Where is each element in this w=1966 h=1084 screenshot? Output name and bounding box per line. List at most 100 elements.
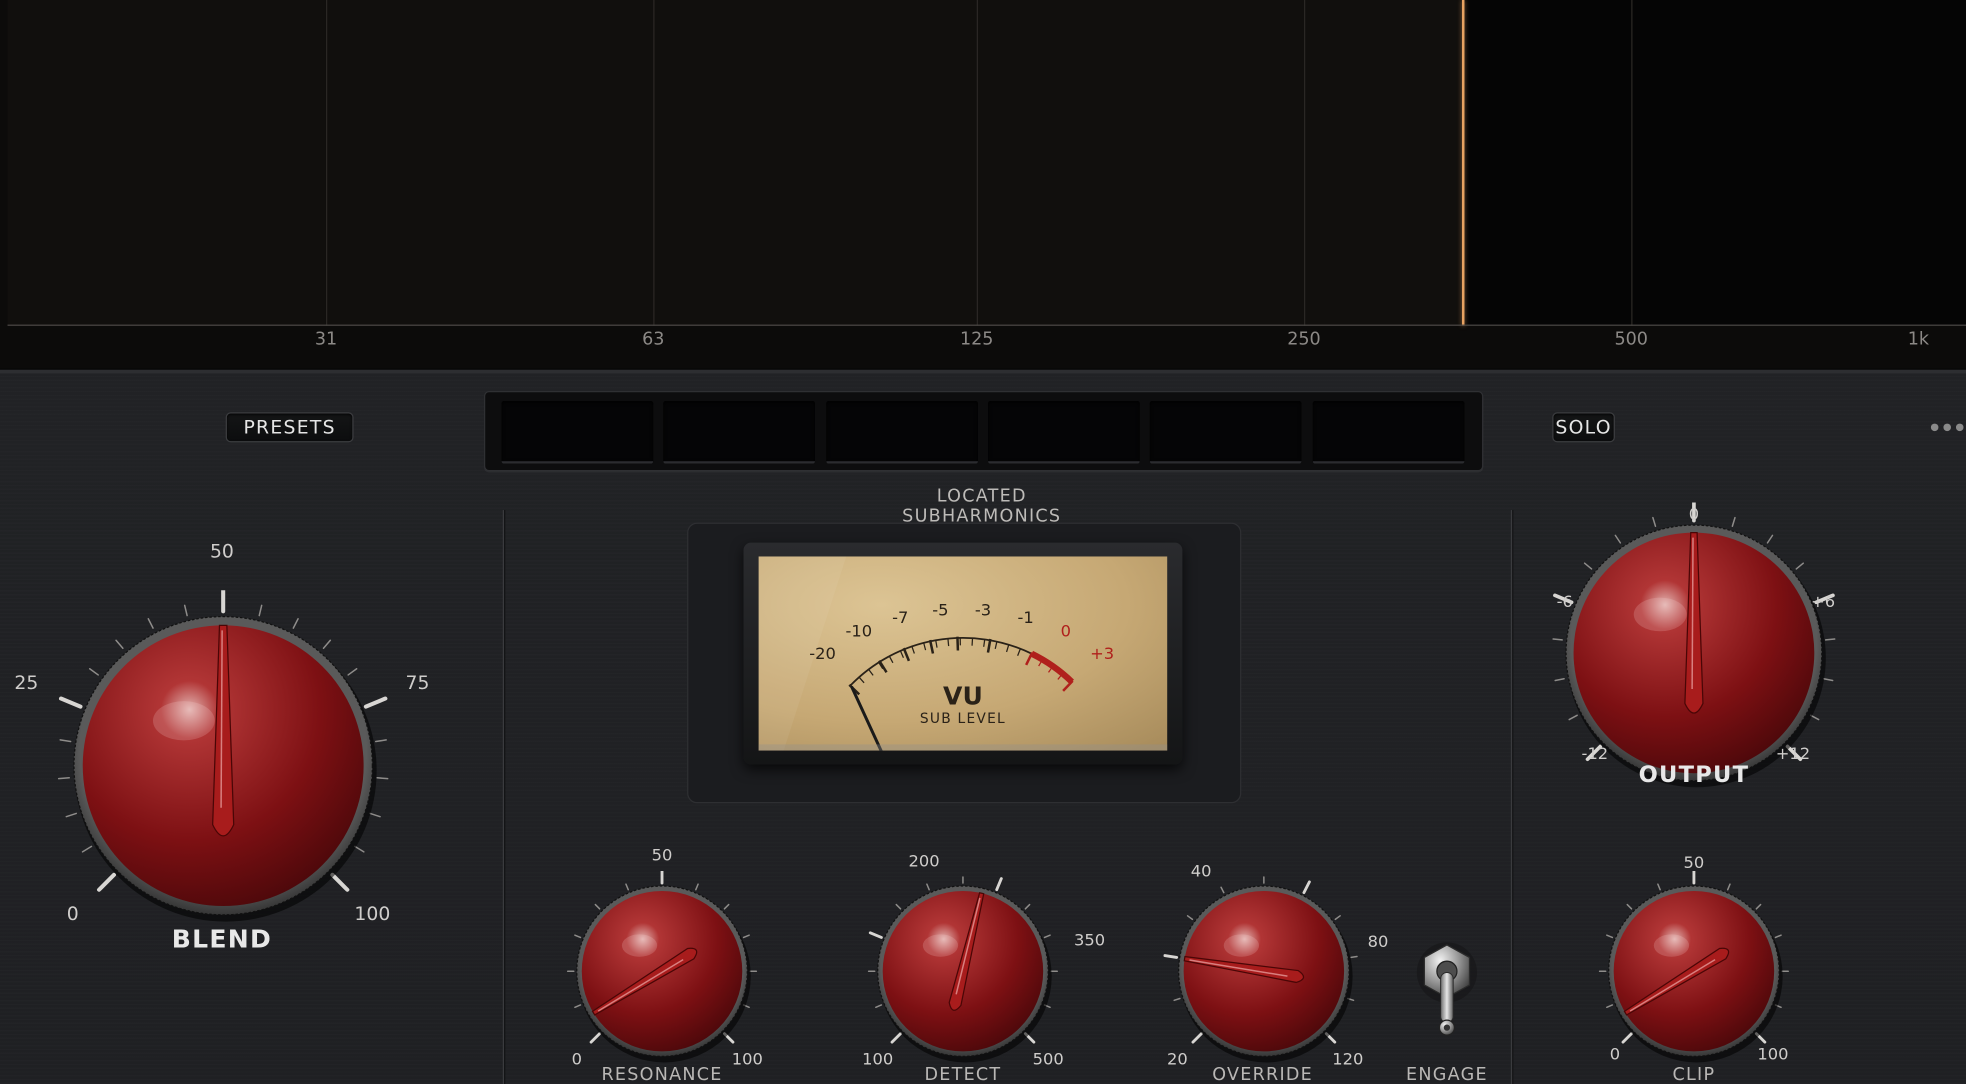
knob-tick [65,812,78,818]
vu-scale-label: +3 [1090,644,1114,663]
knob-tick [926,883,930,891]
knob-tick [258,604,263,617]
preset-slot[interactable] [826,401,978,464]
grid-line [325,0,328,326]
knob-tick [376,777,389,780]
knob-tick [1552,638,1563,641]
knob-tick [147,617,154,629]
knob-tick [347,668,358,676]
dot-icon [1930,423,1939,432]
freq-label: 63 [642,329,665,350]
freq-label: 31 [314,329,338,350]
engage-label: ENGAGE [1406,1065,1488,1084]
resonance-knob[interactable] [562,870,763,1072]
knob-tick [1731,516,1736,528]
knob-major-tick [1191,1032,1203,1044]
plugin-window: 31 63 125 250 500 1k PRESETS SOLO LOCATE… [0,0,1966,1084]
blend-scale-label: 0 [66,902,79,925]
vu-scale-label: 0 [1061,622,1071,641]
detect-scale-label: 350 [1074,931,1106,951]
knob-tick [1795,562,1805,570]
section-divider [502,510,505,1084]
knob-tick [1220,886,1225,894]
output-scale-label: 0 [1688,505,1700,525]
knob-tick [1606,1004,1614,1009]
preset-slot[interactable] [663,401,815,464]
knob-tick [88,668,99,676]
clip-knob[interactable] [1594,870,1795,1072]
knob-tick [1766,534,1774,544]
knob-tick [354,845,365,853]
resonance-scale-label: 50 [651,846,673,866]
output-title: OUTPUT [1638,761,1750,789]
vu-scale-label: -3 [975,600,991,619]
grid-line [653,0,655,326]
knob-tick [1173,997,1181,1002]
preset-slot[interactable] [501,401,654,464]
knob-tick [574,1004,582,1009]
analyzer-solo-region[interactable] [1463,0,1966,326]
spectrum-analyzer[interactable]: 31 63 125 250 500 1k [0,0,1966,374]
knob-major-tick [97,872,116,892]
output-scale-label: +12 [1775,745,1811,764]
knob-tick [1024,903,1031,910]
output-scale-label: -6 [1556,593,1573,613]
override-title: OVERRIDE [1212,1065,1314,1084]
clip-scale-label: 0 [1609,1045,1621,1065]
detect-title: DETECT [924,1065,1002,1084]
knob-major-tick [1302,880,1311,895]
override-knob[interactable] [1163,871,1365,1072]
knob-tick [59,739,72,743]
knob-major-tick [330,872,350,892]
override-scale-label: 120 [1332,1050,1364,1070]
clip-scale-label: 50 [1683,854,1705,873]
knob-tick [875,1004,883,1009]
dot-icon [1943,423,1951,432]
resonance-title: RESONANCE [601,1065,723,1084]
knob-tick [1824,638,1836,641]
knob-tick [574,934,582,939]
override-scale-label: 20 [1166,1050,1188,1070]
freq-label: 500 [1614,329,1648,350]
knob-tick [1823,677,1834,682]
vu-tick [947,638,950,647]
more-options-icon[interactable] [1928,421,1966,436]
vu-scale-label: -10 [846,622,873,641]
knob-tick [1606,934,1614,939]
engage-toggle-switch[interactable] [1414,940,1482,1040]
knob-tick [57,777,70,780]
knob-tick [895,903,902,910]
detect-scale-label: 500 [1032,1050,1064,1070]
analyzer-axis [7,324,1966,326]
preset-slot[interactable] [1312,401,1465,464]
knob-tick [1626,903,1633,910]
vu-scale-label: -7 [892,608,908,627]
grid-line [1631,0,1633,326]
crossover-marker[interactable] [1461,0,1465,326]
knob-tick [1583,562,1593,570]
vu-meter: -20 -10 -7 -5 -3 -1 0 +3 VU SUB LEVEL [758,556,1168,751]
solo-button[interactable]: SOLO [1552,412,1615,443]
blend-knob[interactable] [48,590,399,941]
output-scale-label: +6 [1811,593,1836,613]
knob-highlight [1223,934,1260,957]
knob-tick [322,639,332,650]
freq-label: 1k [1907,329,1930,350]
knob-tick [625,883,629,891]
vu-scale-label: -5 [932,600,948,619]
preset-slot[interactable] [988,401,1140,464]
detect-scale-label: 100 [862,1050,894,1070]
resonance-scale-label: 100 [731,1050,763,1070]
detect-knob[interactable] [863,871,1064,1072]
section-divider [1510,510,1513,1084]
blend-scale-label: 25 [14,671,39,695]
clip-title: CLIP [1672,1065,1716,1084]
knob-tick [115,639,124,650]
clip-scale-label: 100 [1757,1045,1789,1065]
analyzer-divider [0,368,1966,374]
knob-major-tick [995,877,1003,892]
preset-slot[interactable] [1149,401,1302,464]
presets-button[interactable]: PRESETS [225,412,354,443]
knob-tick [1774,934,1782,939]
knob-major-tick [868,931,883,939]
